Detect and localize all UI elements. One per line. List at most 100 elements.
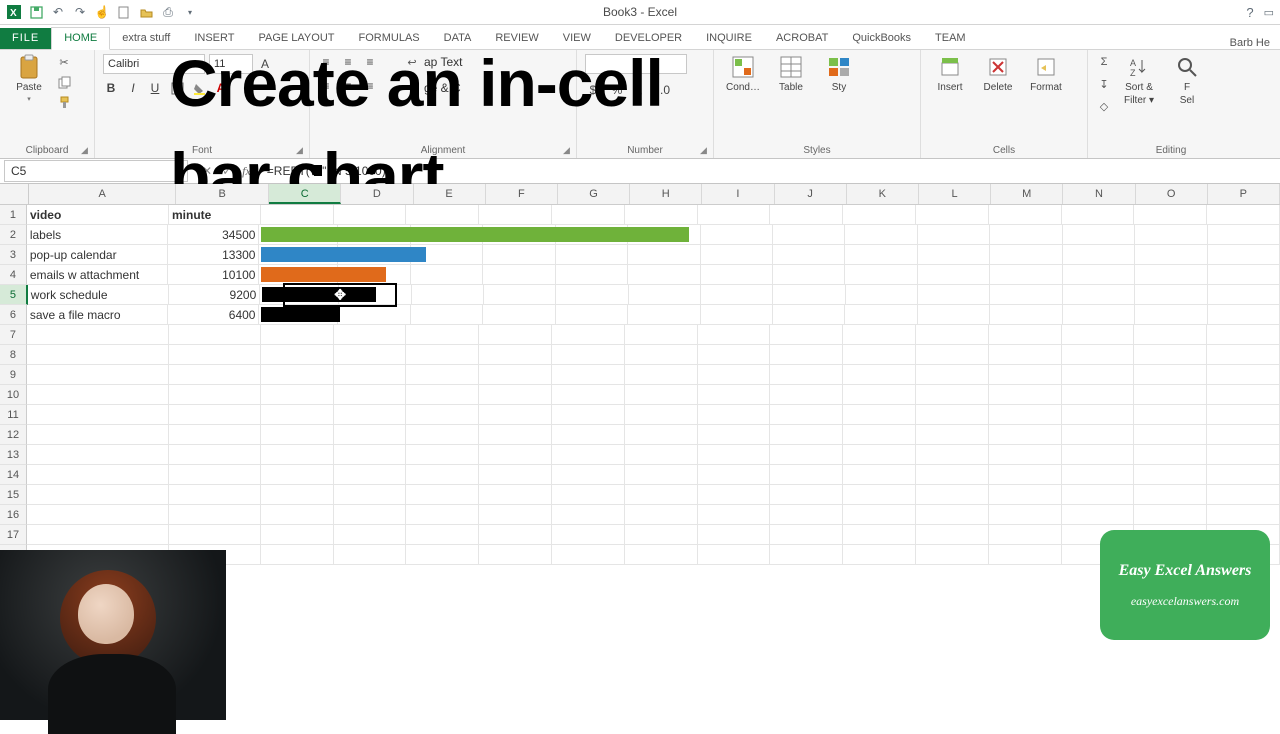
cell-C18[interactable]: [261, 545, 334, 565]
cell-D10[interactable]: [334, 385, 407, 405]
cell-L7[interactable]: [916, 325, 989, 345]
cell-C3[interactable]: [259, 245, 338, 265]
cell-O3[interactable]: [1135, 245, 1207, 265]
cell-M6[interactable]: [990, 305, 1062, 325]
row-header-17[interactable]: 17: [0, 525, 27, 545]
cell-H13[interactable]: [625, 445, 698, 465]
tab-home[interactable]: HOME: [51, 27, 110, 50]
cell-K7[interactable]: [843, 325, 916, 345]
cell-H12[interactable]: [625, 425, 698, 445]
cell-P5[interactable]: [1208, 285, 1280, 305]
cell-E14[interactable]: [406, 465, 479, 485]
col-header-C[interactable]: C: [269, 184, 341, 204]
col-header-L[interactable]: L: [919, 184, 991, 204]
cell-C13[interactable]: [261, 445, 334, 465]
col-header-N[interactable]: N: [1063, 184, 1135, 204]
cell-M14[interactable]: [989, 465, 1062, 485]
cell-J8[interactable]: [770, 345, 843, 365]
cell-A16[interactable]: [27, 505, 169, 525]
cell-G1[interactable]: [552, 205, 625, 225]
cell-I15[interactable]: [698, 485, 771, 505]
cell-K16[interactable]: [843, 505, 916, 525]
cell-F14[interactable]: [479, 465, 552, 485]
cell-N5[interactable]: [1063, 285, 1135, 305]
cell-L5[interactable]: [918, 285, 990, 305]
new-icon[interactable]: [116, 4, 132, 20]
cell-B6[interactable]: 6400: [168, 305, 259, 325]
cell-D15[interactable]: [334, 485, 407, 505]
col-header-I[interactable]: I: [702, 184, 774, 204]
cell-M2[interactable]: [990, 225, 1062, 245]
cell-D9[interactable]: [334, 365, 407, 385]
bold-button[interactable]: B: [103, 80, 119, 96]
cell-J16[interactable]: [770, 505, 843, 525]
cell-M8[interactable]: [989, 345, 1062, 365]
row-header-14[interactable]: 14: [0, 465, 27, 485]
cell-E18[interactable]: [406, 545, 479, 565]
row-header-16[interactable]: 16: [0, 505, 27, 525]
cell-C14[interactable]: [261, 465, 334, 485]
cell-J11[interactable]: [770, 405, 843, 425]
cell-N9[interactable]: [1062, 365, 1135, 385]
cell-B2[interactable]: 34500: [168, 225, 259, 245]
cell-E16[interactable]: [406, 505, 479, 525]
sort-filter-button[interactable]: AZSort &Filter ▾: [1118, 54, 1160, 106]
cell-G13[interactable]: [552, 445, 625, 465]
cell-G7[interactable]: [552, 325, 625, 345]
cell-C16[interactable]: [261, 505, 334, 525]
col-header-E[interactable]: E: [414, 184, 486, 204]
cell-J5[interactable]: [773, 285, 845, 305]
help-icon[interactable]: ?: [1246, 5, 1253, 20]
row-header-1[interactable]: 1: [0, 205, 27, 225]
row-header-13[interactable]: 13: [0, 445, 27, 465]
cell-E17[interactable]: [406, 525, 479, 545]
cell-H1[interactable]: [625, 205, 698, 225]
cell-J17[interactable]: [770, 525, 843, 545]
cell-A7[interactable]: [27, 325, 169, 345]
cell-L2[interactable]: [918, 225, 990, 245]
cell-C8[interactable]: [261, 345, 334, 365]
cell-E4[interactable]: [411, 265, 483, 285]
cell-L13[interactable]: [916, 445, 989, 465]
cell-D16[interactable]: [334, 505, 407, 525]
cell-K6[interactable]: [845, 305, 917, 325]
cell-E1[interactable]: [406, 205, 479, 225]
cell-J15[interactable]: [770, 485, 843, 505]
cell-J18[interactable]: [770, 545, 843, 565]
cell-A9[interactable]: [27, 365, 169, 385]
cell-L16[interactable]: [916, 505, 989, 525]
cell-I2[interactable]: [701, 225, 773, 245]
cell-K9[interactable]: [843, 365, 916, 385]
cell-F16[interactable]: [479, 505, 552, 525]
cell-P14[interactable]: [1207, 465, 1280, 485]
cell-H11[interactable]: [625, 405, 698, 425]
cell-L8[interactable]: [916, 345, 989, 365]
conditional-formatting-button[interactable]: Cond…: [722, 54, 764, 93]
cell-O5[interactable]: [1135, 285, 1207, 305]
cell-A17[interactable]: [27, 525, 169, 545]
cell-G12[interactable]: [552, 425, 625, 445]
cell-M5[interactable]: [990, 285, 1062, 305]
cell-K2[interactable]: [845, 225, 917, 245]
cell-N12[interactable]: [1062, 425, 1135, 445]
cell-B15[interactable]: [169, 485, 261, 505]
cell-C2[interactable]: [259, 225, 338, 245]
cell-C6[interactable]: [259, 305, 338, 325]
cell-D18[interactable]: [334, 545, 407, 565]
cell-L14[interactable]: [916, 465, 989, 485]
cell-N15[interactable]: [1062, 485, 1135, 505]
cell-P13[interactable]: [1207, 445, 1280, 465]
cell-F6[interactable]: [483, 305, 555, 325]
cell-N14[interactable]: [1062, 465, 1135, 485]
fill-icon[interactable]: ↧: [1096, 76, 1112, 92]
cell-K18[interactable]: [843, 545, 916, 565]
cell-H5[interactable]: [629, 285, 701, 305]
cell-C1[interactable]: [261, 205, 334, 225]
cell-B9[interactable]: [169, 365, 261, 385]
cell-P12[interactable]: [1207, 425, 1280, 445]
cell-C9[interactable]: [261, 365, 334, 385]
tab-quickbooks[interactable]: QuickBooks: [840, 28, 923, 49]
cell-B7[interactable]: [169, 325, 261, 345]
cell-K11[interactable]: [843, 405, 916, 425]
cell-D6[interactable]: [338, 305, 410, 325]
